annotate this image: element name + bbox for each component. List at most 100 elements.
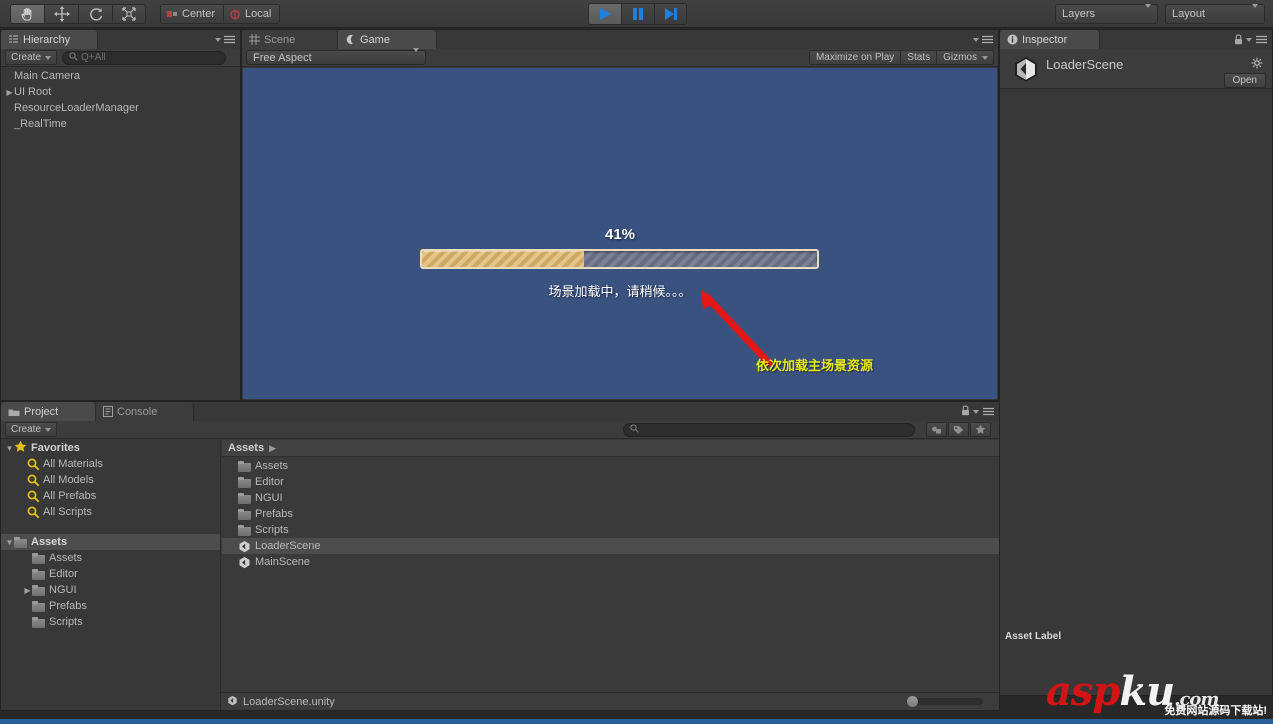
content-item-label: Scripts xyxy=(255,524,289,536)
project-tree-item-assets[interactable]: ▶ Assets xyxy=(1,550,220,566)
hierarchy-item-ui-root[interactable]: ▶ UI Root xyxy=(1,84,240,100)
expand-arrow-icon[interactable]: ▶ xyxy=(5,88,14,97)
favorite-label: All Prefabs xyxy=(43,490,97,502)
lock-icon[interactable] xyxy=(1234,34,1243,45)
pivot-toggles: Center Local xyxy=(160,4,281,24)
content-item-loaderscene[interactable]: LoaderScene xyxy=(222,538,999,554)
gear-icon[interactable] xyxy=(1251,57,1264,70)
favorites-group[interactable]: ▼ Favorites xyxy=(1,440,220,456)
maximize-on-play-button[interactable]: Maximize on Play xyxy=(808,50,902,65)
tab-game[interactable]: Game xyxy=(338,30,437,49)
filter-by-label-button[interactable] xyxy=(948,422,970,437)
content-item-ngui[interactable]: NGUI xyxy=(222,490,999,506)
scene-icon xyxy=(238,556,251,569)
hierarchy-search-input[interactable]: Q+All xyxy=(62,50,227,65)
pivot-center-button[interactable]: Center xyxy=(160,4,224,24)
slider-handle[interactable] xyxy=(907,696,918,707)
project-search-input[interactable] xyxy=(623,422,916,437)
expand-arrow-icon[interactable]: ▼ xyxy=(5,444,14,453)
project-tree-assets-root[interactable]: ▼ Assets xyxy=(1,534,220,550)
filter-by-type-button[interactable] xyxy=(926,422,948,437)
content-item-assets[interactable]: Assets xyxy=(222,458,999,474)
hierarchy-tabbar: Hierarchy xyxy=(1,30,240,49)
favorite-all-materials[interactable]: All Materials xyxy=(1,456,220,472)
aspect-dropdown[interactable]: Free Aspect xyxy=(246,47,426,65)
tab-inspector[interactable]: Inspector xyxy=(1000,30,1100,49)
play-button[interactable] xyxy=(588,3,621,25)
breadcrumb-label[interactable]: Assets xyxy=(228,442,264,454)
layers-dropdown[interactable]: Layers xyxy=(1055,4,1158,24)
playback-controls xyxy=(588,3,687,25)
expand-arrow-icon[interactable]: ▼ xyxy=(5,538,14,547)
star-icon xyxy=(14,440,27,456)
menu-icon xyxy=(224,35,235,44)
project-tree-item-prefabs[interactable]: ▶ Prefabs xyxy=(1,598,220,614)
tab-hierarchy[interactable]: Hierarchy xyxy=(1,30,98,49)
search-icon xyxy=(27,506,40,519)
project-tree-item-ngui[interactable]: ▶ NGUI xyxy=(1,582,220,598)
project-create-button[interactable]: Create xyxy=(5,422,58,437)
favorite-all-models[interactable]: All Models xyxy=(1,472,220,488)
favorite-label: All Materials xyxy=(43,458,103,470)
breadcrumb-chevron-icon: ▶ xyxy=(269,442,276,453)
hierarchy-panel-menu[interactable] xyxy=(215,30,240,49)
game-view-toolbar: Free Aspect Maximize on Play Stats Gizmo… xyxy=(242,47,998,67)
folder-icon xyxy=(32,552,45,564)
content-item-scripts[interactable]: Scripts xyxy=(222,522,999,538)
folder-icon xyxy=(32,568,45,580)
status-file-label: LoaderScene.unity xyxy=(243,695,335,708)
game-render-view[interactable]: 41% 场景加载中，请稍候。。。 依次加载主场景资源 xyxy=(243,68,997,399)
expand-arrow-icon[interactable]: ▶ xyxy=(23,586,32,595)
inspector-panel-menu[interactable] xyxy=(1234,30,1272,49)
favorite-all-prefabs[interactable]: All Prefabs xyxy=(1,488,220,504)
gizmos-button[interactable]: Gizmos xyxy=(937,50,994,65)
content-item-mainscene[interactable]: MainScene xyxy=(222,554,999,570)
center-icon xyxy=(167,10,177,17)
tag-icon xyxy=(953,425,964,434)
project-tabbar: Project Console xyxy=(1,402,999,421)
hierarchy-item-main-camera[interactable]: ▶ Main Camera xyxy=(1,68,240,84)
hierarchy-tree: ▶ Main Camera ▶ UI Root ▶ ResourceLoader… xyxy=(1,68,240,400)
pause-button[interactable] xyxy=(621,3,654,25)
content-item-prefabs[interactable]: Prefabs xyxy=(222,506,999,522)
tab-project[interactable]: Project xyxy=(1,402,96,421)
progress-percent-label: 41% xyxy=(604,226,636,243)
lock-icon[interactable] xyxy=(961,404,970,419)
tab-scene[interactable]: Scene xyxy=(242,30,338,49)
move-tool-button[interactable] xyxy=(44,4,78,24)
folder-icon xyxy=(238,492,251,504)
gamepad-icon xyxy=(346,34,353,45)
hierarchy-item-label: _RealTime xyxy=(14,118,67,130)
project-tree-item-editor[interactable]: ▶ Editor xyxy=(1,566,220,582)
pivot-center-label: Center xyxy=(182,8,216,20)
stats-button[interactable]: Stats xyxy=(901,50,938,65)
step-button[interactable] xyxy=(654,3,687,25)
hierarchy-create-button[interactable]: Create xyxy=(5,50,58,65)
scene-icon xyxy=(238,540,251,553)
hierarchy-item-resource-loader-manager[interactable]: ▶ ResourceLoaderManager xyxy=(1,100,240,116)
layout-dropdown[interactable]: Layout xyxy=(1165,4,1265,24)
maximize-on-play-label: Maximize on Play xyxy=(815,52,895,63)
game-panel-menu[interactable] xyxy=(973,30,998,49)
menu-icon xyxy=(1256,35,1267,44)
hand-tool-button[interactable] xyxy=(10,4,44,24)
folder-icon xyxy=(238,476,251,488)
icon-size-slider[interactable] xyxy=(907,696,983,707)
tab-console[interactable]: Console xyxy=(96,402,194,421)
rotate-tool-button[interactable] xyxy=(78,4,112,24)
hierarchy-item-label: Main Camera xyxy=(14,70,81,82)
favorites-filter-button[interactable] xyxy=(970,422,992,437)
project-panel-menu[interactable] xyxy=(961,402,999,421)
hierarchy-create-label: Create xyxy=(11,52,42,63)
hierarchy-item-realtime[interactable]: ▶ _RealTime xyxy=(1,116,240,132)
favorite-all-scripts[interactable]: All Scripts xyxy=(1,504,220,520)
breadcrumb: Assets ▶ xyxy=(222,440,999,457)
content-item-editor[interactable]: Editor xyxy=(222,474,999,490)
project-tree-item-scripts[interactable]: ▶ Scripts xyxy=(1,614,220,630)
unity-logo-icon xyxy=(1015,57,1037,82)
grid-icon xyxy=(249,34,260,45)
scale-tool-button[interactable] xyxy=(112,4,146,24)
folder-icon xyxy=(238,524,251,536)
pivot-local-button[interactable]: Local xyxy=(223,4,281,24)
open-asset-button[interactable]: Open xyxy=(1223,73,1266,88)
